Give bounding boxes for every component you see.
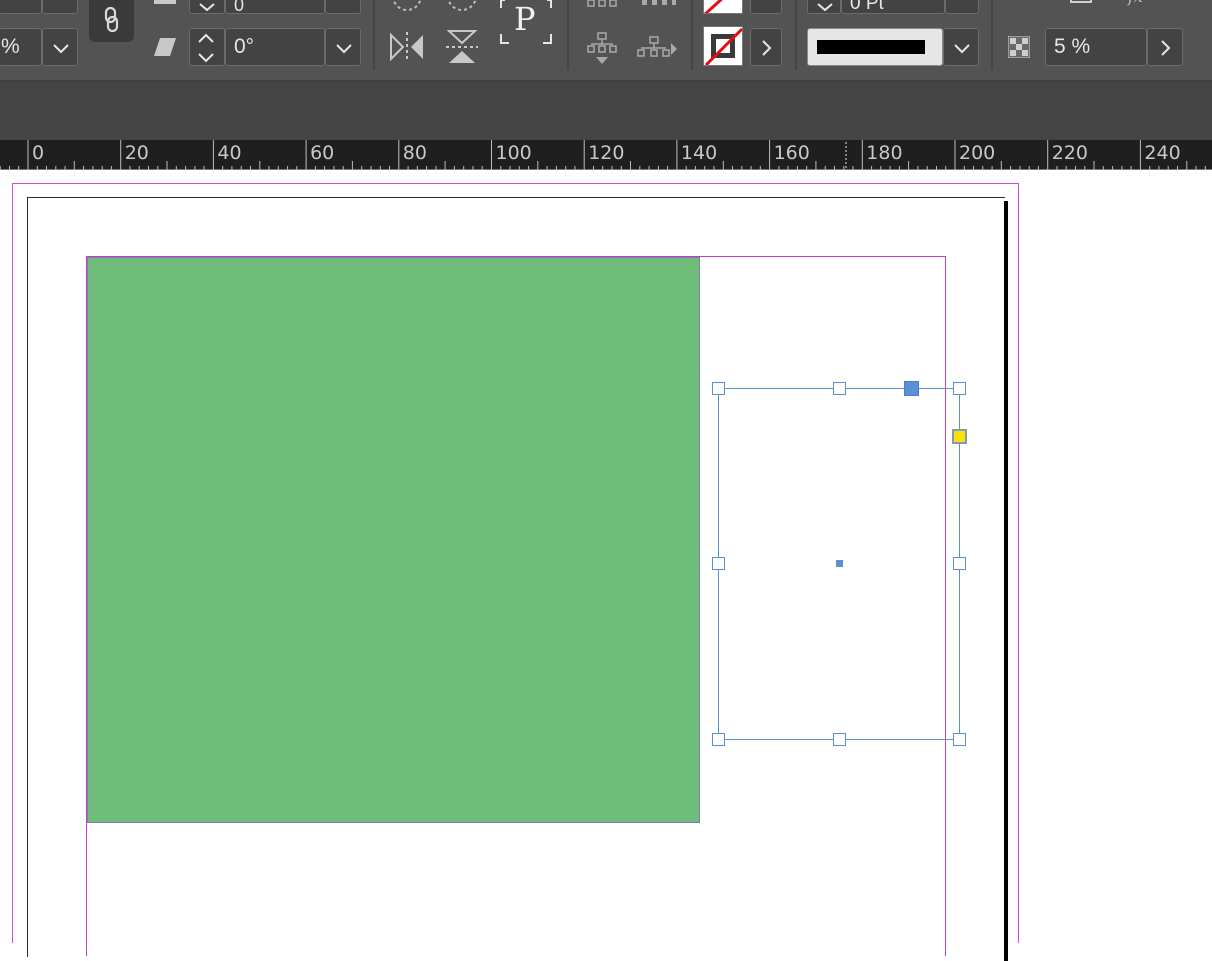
constrain-proportions-button[interactable]: [89, 0, 134, 42]
stroke-type-preview: [817, 40, 925, 54]
ruler-label: 100: [495, 142, 532, 164]
chain-link-icon: [104, 6, 119, 33]
svg-text:fx: fx: [1127, 0, 1143, 6]
reference-point-label: P: [514, 0, 536, 38]
select-container-icon[interactable]: [586, 0, 618, 12]
ruler-label: 160: [773, 142, 810, 164]
scale-percent-field[interactable]: %: [0, 28, 42, 66]
rotate-angle-field[interactable]: 0: [225, 0, 325, 15]
stepper-arrows-icon: [198, 33, 214, 63]
rotate-angle-icon: [154, 0, 176, 4]
opacity-checker-icon: [1008, 36, 1030, 58]
green-rectangle[interactable]: [87, 257, 700, 823]
ruler-label: 220: [1051, 142, 1088, 164]
stroke-swatch-arrow[interactable]: [750, 28, 782, 66]
horizontal-ruler[interactable]: 0 20 40 60 80 100 120 140 160 180 200 220 240: [0, 140, 1212, 170]
ruler-label: 60: [310, 142, 335, 164]
stroke-weight-value: 0 Pt: [850, 0, 884, 14]
chevron-right-icon: [762, 40, 772, 56]
selection-handle-bottom-right[interactable]: [953, 733, 966, 746]
stroke-weight-field[interactable]: 0 Pt: [841, 0, 945, 14]
select-next-object-icon[interactable]: [636, 36, 678, 62]
separator: [373, 0, 375, 70]
scale-top-field[interactable]: [0, 0, 42, 14]
drop-shadow-icon[interactable]: [1008, 0, 1044, 10]
none-swatch-icon: [704, 27, 742, 65]
page-shadow: [1004, 201, 1008, 961]
none-swatch-icon: [704, 0, 723, 13]
ruler-label: 240: [1144, 142, 1181, 164]
selection-handle-middle-right[interactable]: [953, 557, 966, 570]
select-previous-object-icon[interactable]: [586, 32, 618, 66]
reference-point-proxy[interactable]: P: [499, 0, 553, 46]
rotate-angle-stepper[interactable]: [189, 0, 225, 14]
pasteboard-top: [0, 82, 1212, 140]
chevron-down-icon: [954, 44, 970, 54]
fill-swatch[interactable]: [703, 0, 743, 14]
selection-handle-top-left[interactable]: [712, 382, 725, 395]
selection-handle-bottom-middle[interactable]: [833, 733, 846, 746]
separator: [691, 0, 693, 70]
ruler-label: 20: [124, 142, 149, 164]
stroke-swatch[interactable]: [703, 26, 743, 66]
opacity-value: 5 %: [1054, 35, 1091, 58]
ruler-label: 120: [588, 142, 625, 164]
selection-handle-top-right[interactable]: [953, 382, 966, 395]
center-point: [836, 560, 843, 567]
rotate-angle-dropdown[interactable]: [325, 0, 361, 14]
ruler-label: 180: [866, 142, 903, 164]
stroke-weight-stepper[interactable]: [807, 0, 841, 14]
fx-icon[interactable]: fx: [1124, 0, 1164, 10]
object-effects-icon[interactable]: [1066, 0, 1096, 10]
shear-angle-dropdown[interactable]: [325, 28, 361, 66]
opacity-field[interactable]: 5 %: [1045, 28, 1147, 66]
select-content-icon[interactable]: [640, 0, 678, 12]
ruler-label: 140: [680, 142, 718, 164]
shear-angle-value: 0°: [234, 35, 255, 58]
selection-handle-top-middle[interactable]: [833, 382, 846, 395]
stroke-type-field[interactable]: [807, 28, 943, 66]
chevron-down-icon: [53, 44, 69, 54]
document-canvas[interactable]: [0, 171, 1212, 961]
scale-percent-dropdown[interactable]: [42, 28, 78, 66]
flip-horizontal-icon[interactable]: [388, 30, 426, 64]
separator: [567, 0, 569, 70]
scale-top-dropdown[interactable]: [42, 0, 78, 14]
selection-handle-bottom-left[interactable]: [712, 733, 725, 746]
text-frame-outport[interactable]: [952, 429, 967, 444]
fill-swatch-arrow[interactable]: [750, 0, 782, 14]
shear-angle-field[interactable]: 0°: [225, 28, 325, 66]
separator: [795, 0, 797, 70]
text-frame-inport[interactable]: [904, 381, 919, 396]
selection-handle-middle-left[interactable]: [712, 557, 725, 570]
chevron-down-icon: [199, 3, 215, 12]
separator: [991, 0, 993, 70]
shear-angle-icon: [154, 38, 176, 56]
rotate-90-cw-icon[interactable]: [388, 0, 426, 12]
ruler-label: 40: [217, 142, 242, 164]
chevron-down-icon: [817, 3, 833, 12]
opacity-dropdown[interactable]: [1147, 28, 1183, 66]
chevron-right-icon: [1161, 40, 1171, 56]
ruler-label: 80: [402, 142, 427, 164]
chevron-down-icon: [336, 44, 352, 54]
rotate-90-ccw-icon[interactable]: [443, 0, 481, 12]
stroke-weight-dropdown[interactable]: [945, 0, 979, 14]
shear-angle-stepper[interactable]: [189, 28, 225, 66]
stroke-type-dropdown[interactable]: [943, 28, 979, 66]
ruler-label: 0: [32, 142, 45, 164]
flip-vertical-icon[interactable]: [443, 28, 481, 66]
ruler-label: 200: [959, 142, 996, 164]
